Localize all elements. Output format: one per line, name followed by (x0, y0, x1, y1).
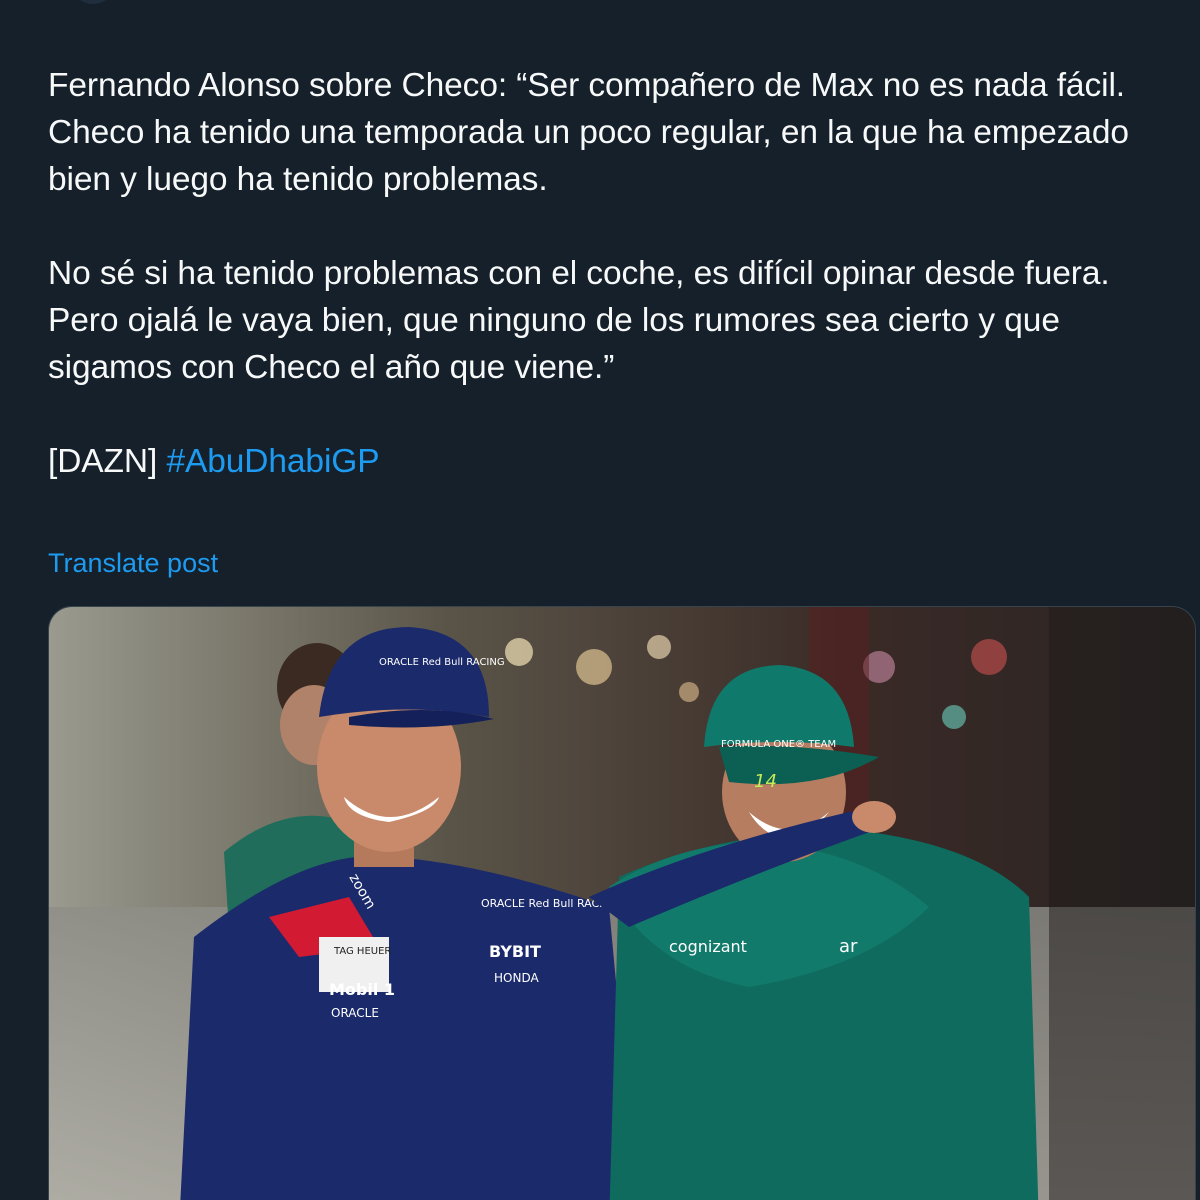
oracle-sleeve-text: ORACLE (331, 1006, 379, 1020)
hashtag-link[interactable]: #AbuDhabiGP (166, 443, 379, 480)
tweet-paragraph-1: Fernando Alonso sobre Checo: “Ser compañ… (48, 67, 1129, 198)
cap-number-text: 14 (754, 771, 777, 792)
photo-illustration: Mobil 1 ORACLE ORACLE Red Bull RACING BY… (49, 607, 1195, 1200)
author-avatar[interactable] (70, 0, 116, 4)
tweet-paragraph-3: [DAZN] #AbuDhabiGP (48, 438, 1188, 485)
sleeve-logo-text: ar (839, 936, 858, 957)
right-cap-logo-text: FORMULA ONE® TEAM (721, 739, 836, 750)
post-photo[interactable]: Mobil 1 ORACLE ORACLE Red Bull RACING BY… (48, 606, 1196, 1200)
bybit-text: BYBIT (489, 942, 541, 961)
cognizant-text: cognizant (669, 937, 747, 956)
mobil-logo-text: Mobil 1 (329, 980, 395, 999)
tweet-text: Fernando Alonso sobre Checo: “Ser compañ… (48, 62, 1188, 532)
honda-text: HONDA (494, 971, 539, 985)
source-tag: [DAZN] (48, 443, 158, 480)
tag-heuer-text: TAG HEUER (333, 946, 391, 957)
translate-post-link[interactable]: Translate post (48, 548, 218, 579)
left-cap-logo-text: ORACLE Red Bull RACING (379, 657, 505, 668)
tweet-paragraph-2: No sé si ha tenido problemas con el coch… (48, 255, 1110, 386)
